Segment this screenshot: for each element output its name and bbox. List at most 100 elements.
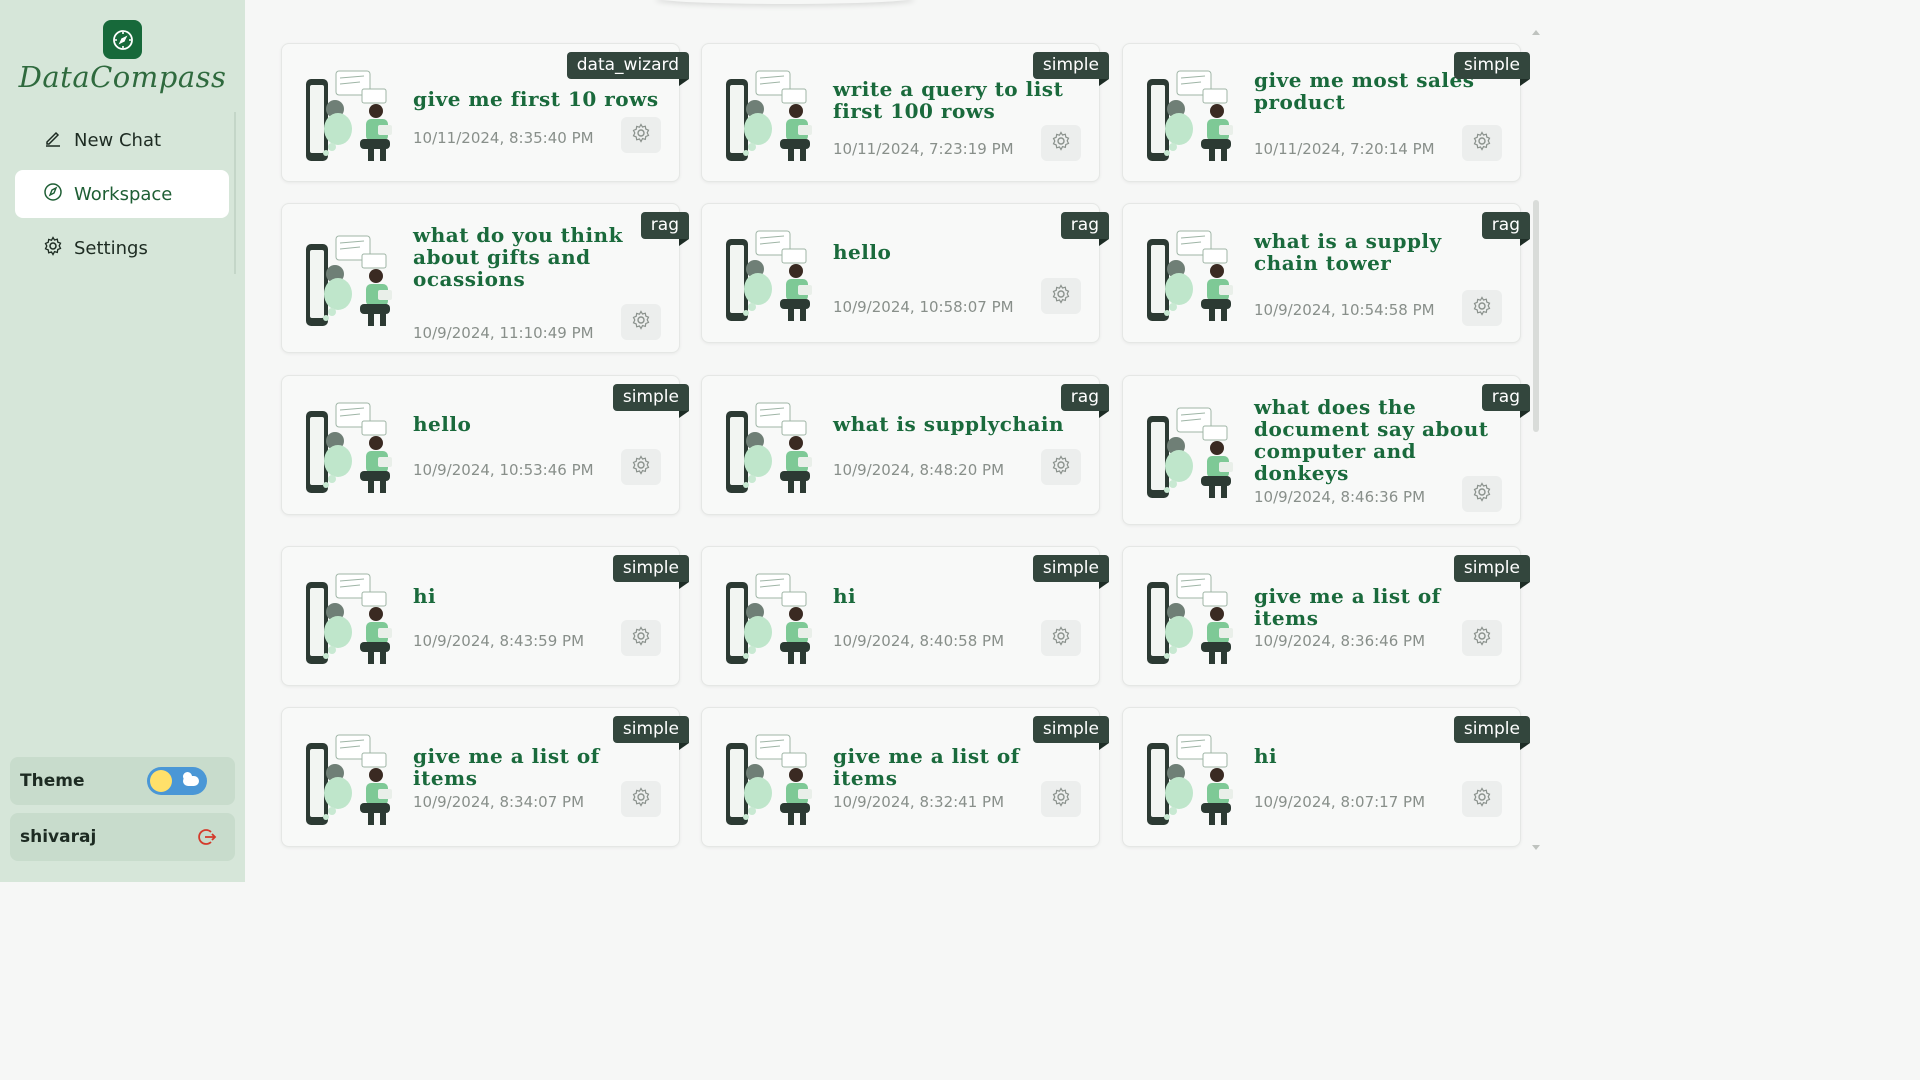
chat-card[interactable]: hello 10/9/2024, 10:58:07 PM rag	[701, 203, 1110, 343]
scrollbar[interactable]	[1532, 30, 1540, 850]
chat-card[interactable]: give me first 10 rows 10/11/2024, 8:35:4…	[281, 43, 690, 182]
gear-icon	[1051, 455, 1071, 479]
mode-tag: rag	[640, 212, 690, 246]
theme-toggle[interactable]	[147, 767, 207, 795]
gear-icon	[631, 787, 651, 811]
chat-card[interactable]: what does the document say about compute…	[1122, 375, 1531, 525]
workspace-main: give me first 10 rows 10/11/2024, 8:35:4…	[245, 0, 1568, 882]
card-settings-button[interactable]	[1462, 290, 1502, 326]
card-settings-button[interactable]	[1041, 620, 1081, 656]
chat-title: what is a supply chain tower	[1254, 229, 1442, 275]
gear-icon	[631, 626, 651, 650]
mode-tag: simple	[612, 716, 690, 750]
gear-icon	[1472, 296, 1492, 320]
chat-title: hi	[1254, 744, 1278, 768]
chat-title: what do you think about gifts and ocassi…	[413, 223, 623, 291]
chat-date: 10/9/2024, 11:10:49 PM	[413, 324, 594, 342]
sidebar-item-label: Workspace	[74, 183, 173, 205]
mode-tag: rag	[1481, 212, 1531, 246]
sidebar-item-label: Settings	[74, 237, 148, 259]
chat-card[interactable]: write a query to list first 100 rows 10/…	[701, 43, 1110, 182]
user-row: shivaraj	[10, 813, 235, 861]
chat-illustration	[302, 230, 400, 328]
gear-icon	[1472, 131, 1492, 155]
chat-illustration	[1143, 729, 1241, 827]
chat-card[interactable]: what is a supply chain tower 10/9/2024, …	[1122, 203, 1531, 343]
card-settings-button[interactable]	[621, 449, 661, 485]
gear-icon	[631, 310, 651, 334]
sidebar-item-settings[interactable]: Settings	[15, 224, 229, 272]
gear-icon	[1472, 482, 1492, 506]
chat-title: give me first 10 rows	[413, 87, 659, 111]
chat-illustration	[1143, 65, 1241, 163]
chat-card[interactable]: give me a list of items 10/9/2024, 8:32:…	[701, 707, 1110, 847]
chat-card[interactable]: hello 10/9/2024, 10:53:46 PM simple	[281, 375, 690, 515]
chat-title: hello	[833, 240, 892, 264]
chat-title: write a query to list first 100 rows	[833, 77, 1064, 123]
card-settings-button[interactable]	[1462, 781, 1502, 817]
mode-tag: data_wizard	[566, 52, 690, 86]
chat-date: 10/9/2024, 8:07:17 PM	[1254, 793, 1426, 811]
chat-card[interactable]: give me most sales product 10/11/2024, 7…	[1122, 43, 1531, 182]
logout-icon[interactable]	[197, 827, 217, 852]
card-settings-button[interactable]	[621, 620, 661, 656]
sidebar-item-new-chat[interactable]: New Chat	[15, 116, 229, 164]
compass-icon	[43, 182, 74, 207]
chat-date: 10/11/2024, 7:20:14 PM	[1254, 140, 1435, 158]
mode-tag: simple	[1032, 716, 1110, 750]
card-settings-button[interactable]	[1041, 449, 1081, 485]
card-settings-button[interactable]	[1462, 476, 1502, 512]
chat-date: 10/9/2024, 10:53:46 PM	[413, 461, 594, 479]
chat-card[interactable]: hi 10/9/2024, 8:07:17 PM simple	[1122, 707, 1531, 847]
card-settings-button[interactable]	[621, 304, 661, 340]
chat-card[interactable]: what is supplychain 10/9/2024, 8:48:20 P…	[701, 375, 1110, 515]
chat-illustration	[302, 729, 400, 827]
mode-tag: simple	[612, 555, 690, 589]
chat-card[interactable]: give me a list of items 10/9/2024, 8:36:…	[1122, 546, 1531, 686]
chat-illustration	[302, 568, 400, 666]
chat-card[interactable]: give me a list of items 10/9/2024, 8:34:…	[281, 707, 690, 847]
gear-icon	[43, 235, 74, 261]
sun-icon	[150, 770, 172, 792]
card-settings-button[interactable]	[1041, 278, 1081, 314]
chat-illustration	[722, 729, 820, 827]
chat-date: 10/9/2024, 8:32:41 PM	[833, 793, 1005, 811]
chat-title: hi	[833, 584, 857, 608]
chat-date: 10/9/2024, 8:43:59 PM	[413, 632, 585, 650]
sidebar: DataCompass New Chat Workspace Settings …	[0, 0, 245, 882]
card-settings-button[interactable]	[1041, 125, 1081, 161]
chat-illustration	[722, 225, 820, 323]
theme-label: Theme	[20, 771, 85, 791]
mode-tag: rag	[1060, 212, 1110, 246]
card-settings-button[interactable]	[1462, 620, 1502, 656]
scroll-up-icon[interactable]	[1532, 30, 1540, 35]
chat-illustration	[722, 568, 820, 666]
card-settings-button[interactable]	[621, 781, 661, 817]
chat-card[interactable]: what do you think about gifts and ocassi…	[281, 203, 690, 353]
gear-icon	[1051, 787, 1071, 811]
chat-date: 10/9/2024, 10:58:07 PM	[833, 298, 1014, 316]
card-settings-button[interactable]	[1041, 781, 1081, 817]
chat-illustration	[1143, 402, 1241, 500]
user-name: shivaraj	[20, 827, 97, 847]
gear-icon	[1472, 626, 1492, 650]
chat-card[interactable]: hi 10/9/2024, 8:40:58 PM simple	[701, 546, 1110, 686]
chat-illustration	[1143, 225, 1241, 323]
mode-tag: simple	[1453, 555, 1531, 589]
chat-date: 10/11/2024, 7:23:19 PM	[833, 140, 1014, 158]
scroll-down-icon[interactable]	[1532, 845, 1540, 850]
brand-name: DataCompass	[18, 60, 227, 94]
card-settings-button[interactable]	[1462, 125, 1502, 161]
theme-row: Theme	[10, 757, 235, 805]
sidebar-item-workspace[interactable]: Workspace	[15, 170, 229, 218]
chat-title: hi	[413, 584, 437, 608]
sidebar-item-label: New Chat	[74, 129, 162, 151]
chat-illustration	[722, 65, 820, 163]
card-settings-button[interactable]	[621, 117, 661, 153]
chat-title: what does the document say about compute…	[1254, 395, 1489, 485]
scroll-thumb[interactable]	[1533, 200, 1539, 432]
mode-tag: simple	[1032, 555, 1110, 589]
chat-date: 10/9/2024, 8:48:20 PM	[833, 461, 1005, 479]
chat-card[interactable]: hi 10/9/2024, 8:43:59 PM simple	[281, 546, 690, 686]
chat-date: 10/9/2024, 8:34:07 PM	[413, 793, 585, 811]
